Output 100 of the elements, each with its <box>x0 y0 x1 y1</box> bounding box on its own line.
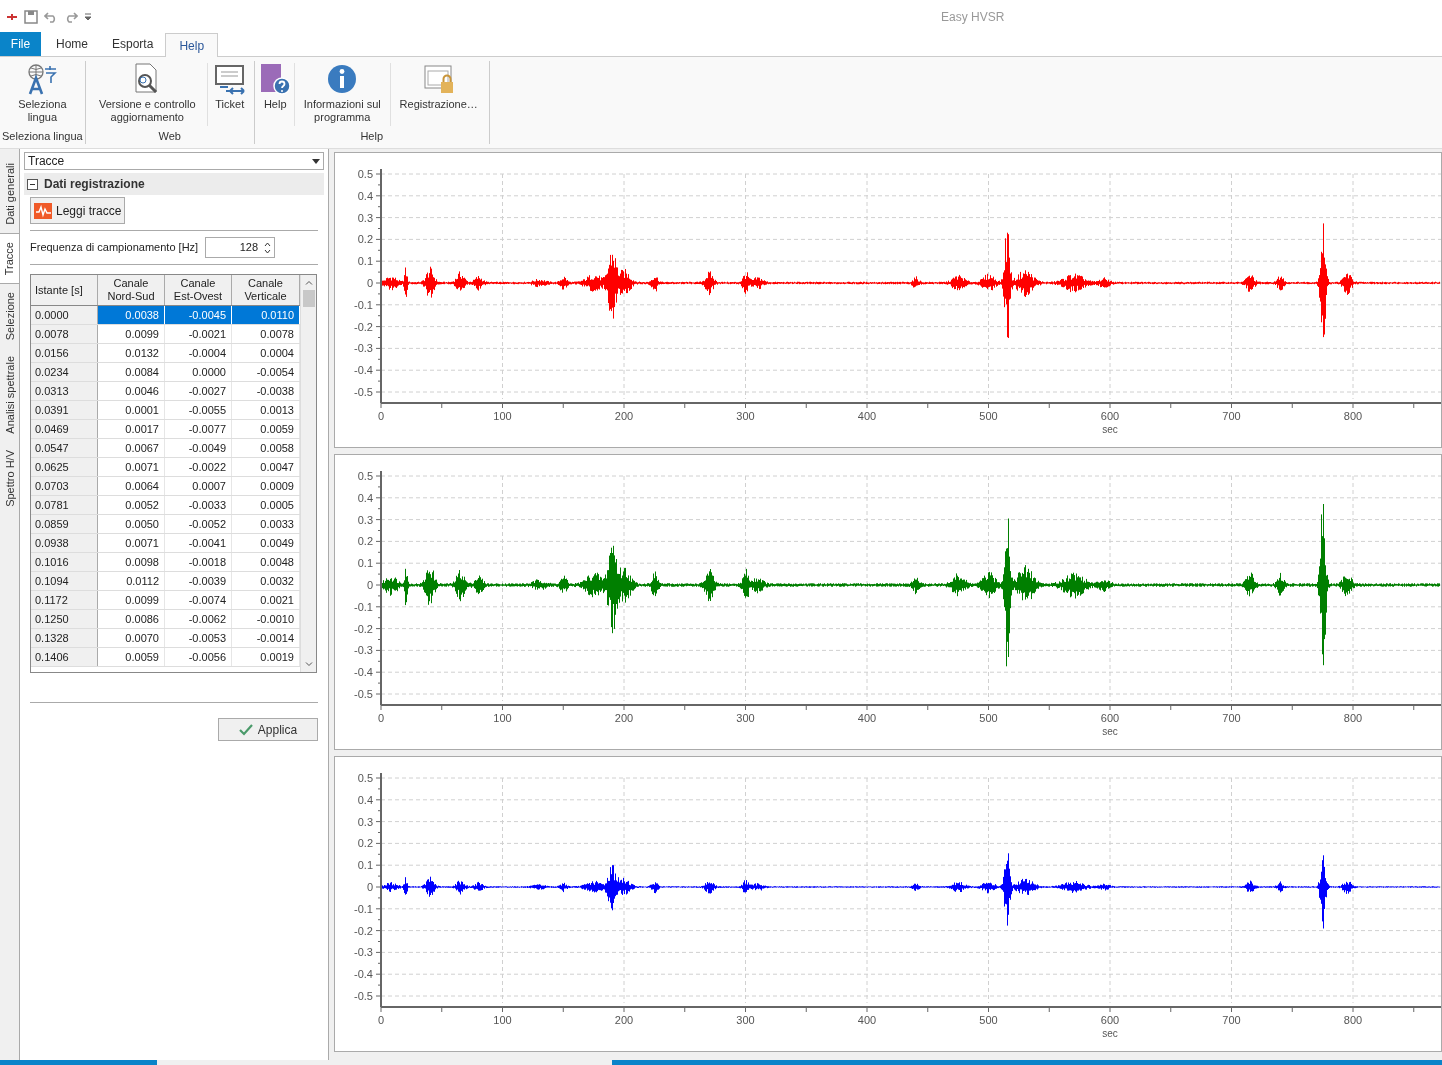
row-header-cell[interactable]: 0.0781 <box>31 496 98 514</box>
axis-tick-label: 0.3 <box>357 211 373 224</box>
column-header[interactable]: Canale Verticale <box>232 275 300 305</box>
axis-tick-label: -0.5 <box>354 386 373 398</box>
axis-tick-label: 800 <box>1343 410 1363 422</box>
axis-tick-label: 800 <box>1343 1014 1363 1026</box>
row-header-cell[interactable]: 0.1094 <box>31 572 98 590</box>
window-title: Easy HVSR <box>941 8 1005 26</box>
row-header-cell[interactable]: 0.0000 <box>31 306 98 324</box>
row-header-cell[interactable]: 0.0469 <box>31 420 98 438</box>
axis-tick-label: 200 <box>614 1014 634 1026</box>
axis-tick-label: 400 <box>857 410 877 422</box>
axis-tick-label: 0.1 <box>357 859 373 872</box>
ribbon-button[interactable]: Help <box>256 63 295 126</box>
axis-tick-label: 0.2 <box>357 233 373 246</box>
ribbon-button[interactable]: Versione e controllo aggiornamento <box>87 63 208 126</box>
axis-tick-label: 0.3 <box>357 815 373 828</box>
axis-tick-label: 800 <box>1343 712 1363 724</box>
row-header-cell[interactable]: 0.0156 <box>31 344 98 362</box>
row-header-cell[interactable]: 0.0078 <box>31 325 98 343</box>
ribbon-button[interactable]: Ticket <box>207 63 252 126</box>
side-tab[interactable]: Spettro H/V <box>0 441 20 515</box>
axis-tick-label: 100 <box>493 410 512 422</box>
column-header[interactable]: Istante [s] <box>31 275 98 305</box>
column-header[interactable]: Canale Est-Ovest <box>165 275 232 305</box>
customize-caret-icon[interactable] <box>84 12 92 21</box>
axis-tick-label: 500 <box>979 712 998 724</box>
scrollbar[interactable] <box>300 275 316 672</box>
side-tab[interactable]: Tracce <box>0 232 20 284</box>
row-header-cell[interactable]: 0.0938 <box>31 534 98 552</box>
axis-tick-label: 0 <box>366 881 373 893</box>
axis-tick-label: 100 <box>493 712 512 724</box>
axis-title: sec <box>1102 726 1118 737</box>
row-header-cell[interactable]: 0.1250 <box>31 610 98 628</box>
file-menu-button[interactable]: File <box>0 32 41 56</box>
scrollbar-thumb[interactable] <box>302 290 315 307</box>
ribbon-button[interactable]: Registrazione… <box>390 63 487 126</box>
save-icon[interactable] <box>24 9 38 24</box>
side-tab[interactable]: Selezione <box>0 284 20 349</box>
axis-title: sec <box>1102 1028 1118 1039</box>
read-traces-button[interactable]: Leggi tracce <box>30 197 126 224</box>
group-label: Seleziona lingua <box>2 128 83 144</box>
axis-tick-label: -0.4 <box>354 666 373 679</box>
axis-tick-label: 0 <box>366 579 373 591</box>
scroll-down-icon[interactable] <box>304 662 313 667</box>
axis-tick-label: 0 <box>366 277 373 289</box>
row-header-cell[interactable]: 0.1172 <box>31 591 98 609</box>
row-header-cell[interactable]: 0.0391 <box>31 401 98 419</box>
globe-letter-icon <box>26 63 59 95</box>
number-field[interactable]: 128 <box>205 237 275 258</box>
ribbon-tab[interactable]: Help <box>165 33 219 57</box>
axis-tick-label: 0.5 <box>357 772 373 784</box>
checkmark-icon <box>238 723 253 736</box>
axis-tick-label: -0.5 <box>354 688 373 700</box>
axis-tick-label: 700 <box>1222 712 1241 724</box>
axis-tick-label: 0.5 <box>357 470 373 482</box>
table-cell: 0.0110 <box>232 306 300 324</box>
section-header[interactable]: Dati registrazione <box>24 173 324 195</box>
axis-tick-label: 0.4 <box>357 189 373 202</box>
dropdown[interactable]: Tracce <box>24 152 324 170</box>
apply-button[interactable]: Applica <box>218 718 318 741</box>
row-header-cell[interactable]: 0.0234 <box>31 363 98 381</box>
ribbon-tab[interactable]: Esporta <box>100 32 166 56</box>
row-header-cell[interactable]: 0.1406 <box>31 648 98 666</box>
axis-tick-label: -0.3 <box>354 342 373 355</box>
side-tab[interactable]: Analisi spettrale <box>0 348 20 442</box>
side-tab[interactable]: Dati generali <box>0 155 20 233</box>
redo-icon[interactable] <box>64 10 78 23</box>
row-header-cell[interactable]: 0.0625 <box>31 458 98 476</box>
collapse-icon[interactable] <box>27 178 38 190</box>
book-question-icon <box>259 63 292 95</box>
row-header-cell[interactable]: 0.0859 <box>31 515 98 533</box>
axis-tick-label: 300 <box>736 712 755 724</box>
axis-tick-label: 0.2 <box>357 837 373 850</box>
axis-tick-label: 200 <box>614 712 634 724</box>
row-header-cell[interactable]: 0.0313 <box>31 382 98 400</box>
axis-tick-label: 700 <box>1222 410 1241 422</box>
row-header-cell[interactable]: 0.0703 <box>31 477 98 495</box>
axis-tick-label: -0.4 <box>354 364 373 377</box>
ribbon-button[interactable]: Seleziona lingua <box>10 63 75 126</box>
column-header[interactable]: Canale Nord-Sud <box>98 275 165 305</box>
axis-tick-label: -0.1 <box>354 600 373 613</box>
ribbon-tab[interactable]: Home <box>44 32 100 56</box>
axis-tick-label: 0 <box>377 410 385 422</box>
axis-tick-label: 0 <box>377 1014 385 1026</box>
info-icon <box>326 63 359 95</box>
axis-tick-label: 0.1 <box>357 557 373 570</box>
axis-tick-label: -0.1 <box>354 298 373 311</box>
scroll-up-icon[interactable] <box>304 280 313 285</box>
ribbon-button[interactable]: Informazioni sul programma <box>294 63 391 126</box>
axis-tick-label: 0.5 <box>357 168 373 180</box>
row-header-cell[interactable]: 0.1328 <box>31 629 98 647</box>
axis-tick-label: 400 <box>857 1014 877 1026</box>
axis-tick-label: 300 <box>736 1014 755 1026</box>
row-header-cell[interactable]: 0.1016 <box>31 553 98 571</box>
axis-tick-label: -0.2 <box>354 924 373 937</box>
axis-tick-label: 600 <box>1100 1014 1120 1026</box>
axis-tick-label: -0.3 <box>354 644 373 657</box>
row-header-cell[interactable]: 0.0547 <box>31 439 98 457</box>
undo-icon[interactable] <box>44 10 58 23</box>
